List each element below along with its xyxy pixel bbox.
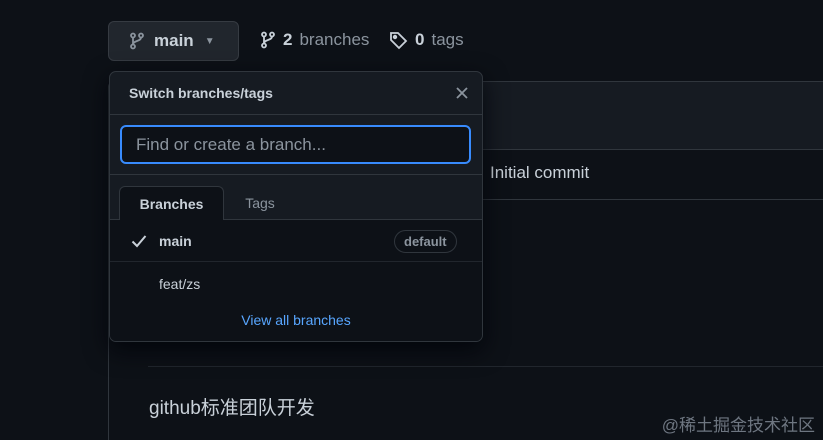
readme-divider (148, 366, 823, 367)
branch-search-input[interactable] (120, 125, 471, 164)
divider (110, 174, 482, 175)
branches-link[interactable]: 2 branches (260, 30, 369, 50)
branches-label: branches (299, 30, 370, 49)
divider (110, 114, 482, 115)
branch-name: feat/zs (159, 276, 201, 292)
git-branch-icon (260, 31, 276, 49)
dropdown-title: Switch branches/tags (129, 85, 273, 101)
branch-item-main[interactable]: main default (110, 220, 482, 262)
dropdown-tabs: Branches Tags (110, 186, 482, 221)
branch-name: main (159, 232, 192, 249)
readme-text: github标准团队开发 (149, 398, 315, 419)
git-branch-icon (129, 32, 145, 50)
default-badge: default (394, 230, 457, 253)
tags-count: 0 (415, 30, 425, 49)
close-icon[interactable] (452, 83, 472, 103)
branches-count: 2 (283, 30, 293, 49)
branch-select-label: main (154, 31, 194, 50)
caret-down-icon: ▼ (204, 35, 215, 47)
page: main ▼ 2 branches 0 tags Initial commit … (0, 0, 823, 440)
tags-link[interactable]: 0 tags (389, 30, 464, 50)
watermark: @稀土掘金技术社区 (661, 416, 815, 435)
branch-select-button[interactable]: main ▼ (108, 21, 239, 61)
check-icon (131, 234, 147, 248)
tab-tags[interactable]: Tags (224, 186, 296, 220)
tag-icon (389, 31, 408, 50)
view-all-branches-link[interactable]: View all branches (110, 312, 482, 328)
branch-switcher-dropdown: Switch branches/tags Branches Tags main … (109, 71, 483, 342)
branch-item-feat-zs[interactable]: feat/zs (110, 263, 482, 305)
tab-branches[interactable]: Branches (119, 186, 224, 221)
tags-label: tags (431, 30, 464, 49)
commit-message[interactable]: Initial commit (490, 163, 589, 183)
